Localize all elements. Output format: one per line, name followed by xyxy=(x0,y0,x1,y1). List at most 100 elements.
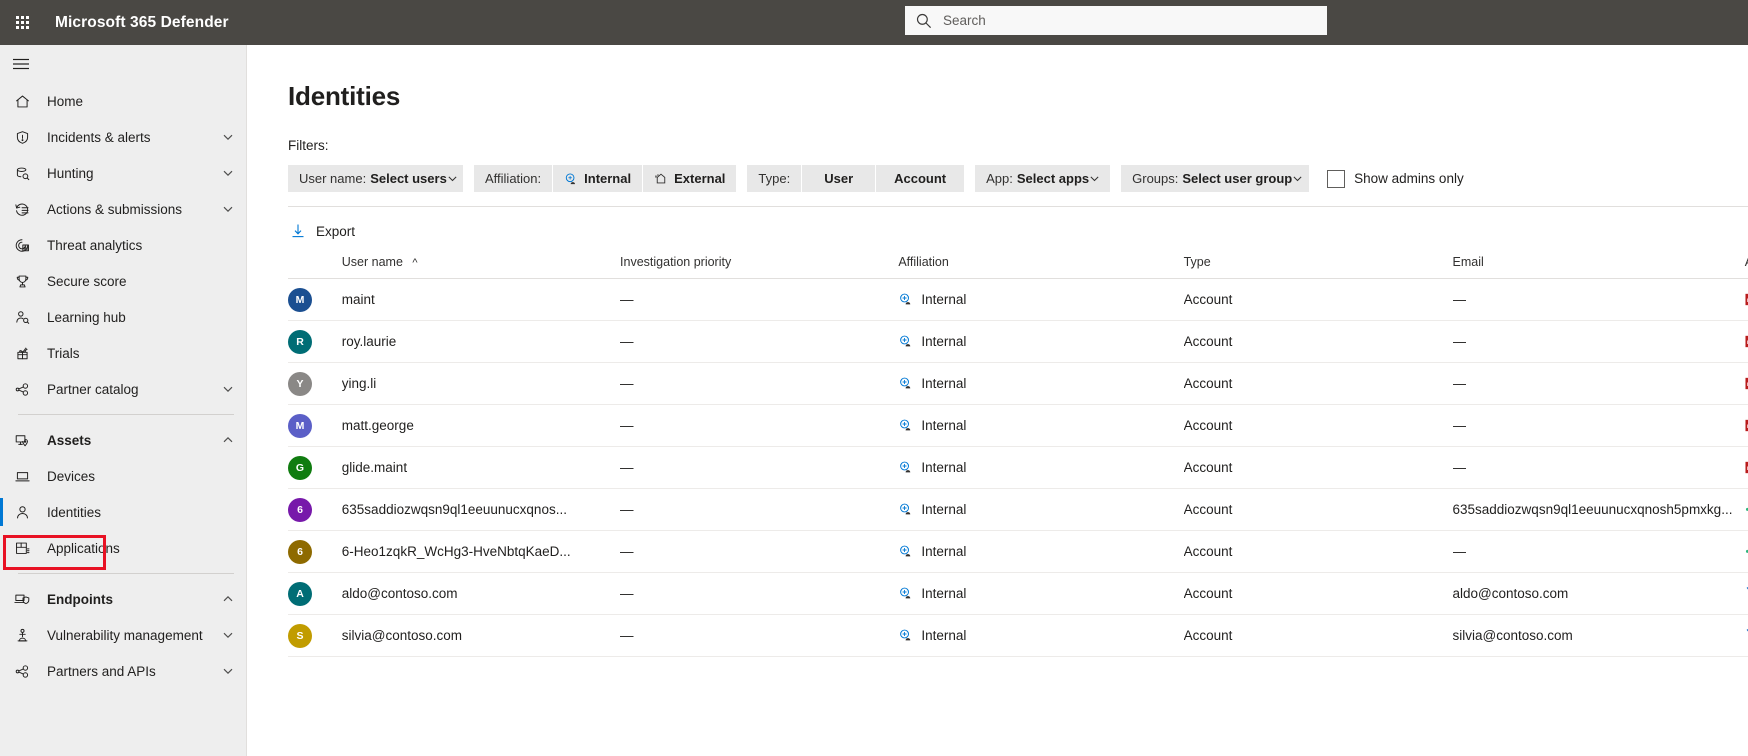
filter-affiliation-internal-button[interactable]: Internal xyxy=(553,165,643,192)
table-row[interactable]: Yying.li—InternalAccount—now xyxy=(288,362,1748,405)
show-admins-only-checkbox[interactable]: Show admins only xyxy=(1327,169,1464,188)
sidebar-item-devices[interactable]: Devices xyxy=(0,458,246,494)
internal-user-icon xyxy=(898,586,913,601)
identities-table-container: User name ^ Investigation priority Affil… xyxy=(288,255,1748,657)
avatar-cell: 6 xyxy=(288,530,342,573)
cell-user-name[interactable]: roy.laurie xyxy=(341,320,621,363)
cell-user-name[interactable]: matt.george xyxy=(341,404,621,447)
cell-user-name[interactable]: aldo@contoso.com xyxy=(341,572,621,615)
table-header-user-name-label: User name xyxy=(341,255,403,269)
export-button[interactable]: Export xyxy=(288,219,357,243)
sidebar-item-learning-hub[interactable]: Learning hub xyxy=(0,299,246,335)
avatar-cell: S xyxy=(288,614,342,657)
filter-app-value: Select apps xyxy=(1016,171,1090,186)
email-text: — xyxy=(1452,334,1467,349)
cell-user-name[interactable]: maint xyxy=(341,278,621,321)
sidebar-item-hunting[interactable]: Hunting xyxy=(0,155,246,191)
chevron-down-icon[interactable] xyxy=(222,167,234,179)
chevron-down-icon[interactable] xyxy=(222,629,234,641)
chevron-down-icon[interactable] xyxy=(222,131,234,143)
chevron-down-icon xyxy=(1089,173,1100,184)
sidebar-item-threat-analytics[interactable]: Threat analytics xyxy=(0,227,246,263)
cell-affiliation: Internal xyxy=(898,404,1184,447)
sidebar-item-trials[interactable]: Trials xyxy=(0,335,246,371)
partner-node-icon xyxy=(12,661,32,681)
table-header-investigation-priority[interactable]: Investigation priority xyxy=(620,255,898,279)
table-body: Mmaint—InternalAccount—nowRroy.laurie—In… xyxy=(288,278,1748,657)
affiliation-text: Internal xyxy=(921,586,967,601)
filter-groups-button[interactable]: Groups: Select user group xyxy=(1121,165,1310,192)
avatar: M xyxy=(288,287,312,312)
cell-user-name[interactable]: 635saddiozwqsn9ql1eeuunucxqnos... xyxy=(341,488,621,531)
export-button-label: Export xyxy=(316,223,356,239)
user-name-text: maint xyxy=(341,292,375,307)
hamburger-menu-icon[interactable] xyxy=(0,45,246,83)
chevron-down-icon[interactable] xyxy=(222,665,234,677)
cell-investigation-priority: — xyxy=(620,530,899,573)
chevron-up-icon[interactable] xyxy=(222,593,234,605)
sidebar-item-partner-catalog[interactable]: Partner catalog xyxy=(0,371,246,407)
table-header-user-name[interactable]: User name ^ xyxy=(342,255,620,279)
sidebar-item-endpoints[interactable]: Endpoints xyxy=(0,581,246,617)
sidebar-item-identities[interactable]: Identities xyxy=(0,494,246,530)
cell-user-name[interactable]: 6-Heo1zqkR_WcHg3-HveNbtqKaeD... xyxy=(341,530,621,573)
cell-affiliation: Internal xyxy=(898,278,1184,321)
table-row[interactable]: Gglide.maint—InternalAccount—now xyxy=(288,446,1748,489)
cell-user-name[interactable]: ying.li xyxy=(341,362,621,405)
table-row[interactable]: Mmaint—InternalAccount—now xyxy=(288,278,1748,321)
table-header-affiliation[interactable]: Affiliation xyxy=(898,255,1183,279)
avatar: Y xyxy=(288,371,312,396)
device-laptop-icon xyxy=(12,466,32,486)
sidebar-item-incidents-alerts[interactable]: Incidents & alerts xyxy=(0,119,246,155)
sidebar-item-home[interactable]: Home xyxy=(0,83,246,119)
checkbox-box[interactable] xyxy=(1327,169,1346,188)
table-row[interactable]: Aaldo@contoso.com — Internal Account aldo@co… xyxy=(288,572,1748,615)
chevron-up-icon[interactable] xyxy=(222,434,234,446)
page-title: Identities xyxy=(288,81,401,111)
filter-type-account-button[interactable]: Account xyxy=(876,165,965,192)
filter-type-user-button[interactable]: User xyxy=(802,165,876,192)
sidebar-item-partners-and-apis[interactable]: Partners and APIs xyxy=(0,653,246,689)
sidebar-item-vulnerability-management[interactable]: Vulnerability management xyxy=(0,617,246,653)
filter-affiliation-external-button[interactable]: aA External xyxy=(643,165,737,192)
person-icon xyxy=(12,502,32,522)
avatar-cell: M xyxy=(288,404,342,447)
table-row[interactable]: 6 635saddiozwqsn9ql1eeuunucxqnos... — Inter… xyxy=(288,488,1748,531)
table-row[interactable]: Rroy.laurie—InternalAccount—now xyxy=(288,320,1748,363)
cell-affiliation: Internal xyxy=(898,362,1184,405)
user-name-text: 635saddiozwqsn9ql1eeuunucxqnos... xyxy=(341,502,567,517)
global-search[interactable] xyxy=(905,6,1327,35)
search-input[interactable] xyxy=(941,6,1317,35)
investigation-priority-text: — xyxy=(620,502,634,517)
filter-group-user-name: User name: Select users xyxy=(288,165,463,192)
table-row[interactable]: Mmatt.george—InternalAccount—now xyxy=(288,404,1748,447)
sidebar-item-actions-submissions[interactable]: Actions & submissions xyxy=(0,191,246,227)
investigation-priority-text: — xyxy=(620,292,634,307)
filter-app-button[interactable]: App: Select apps xyxy=(975,165,1111,192)
email-text: — xyxy=(1452,418,1467,433)
table-header-type[interactable]: Type xyxy=(1184,255,1453,279)
filter-user-name-button[interactable]: User name: Select users xyxy=(288,165,463,192)
sidebar-divider xyxy=(18,573,234,574)
sidebar-item-applications[interactable]: Applications xyxy=(0,530,246,566)
threat-analytics-icon xyxy=(12,235,32,255)
chevron-down-icon[interactable] xyxy=(222,383,234,395)
cell-user-name[interactable]: glide.maint xyxy=(341,446,621,489)
cell-investigation-priority: — xyxy=(620,488,899,531)
app-launcher-icon[interactable] xyxy=(0,0,45,45)
sidebar-item-secure-score[interactable]: Secure score xyxy=(0,263,246,299)
endpoints-icon xyxy=(12,589,32,609)
filter-affiliation-label: Affiliation: xyxy=(474,165,553,192)
table-row[interactable]: 6 6-Heo1zqkR_WcHg3-HveNbtqKaeD... — Interna… xyxy=(288,530,1748,573)
investigation-priority-text: — xyxy=(620,628,634,643)
chevron-down-icon[interactable] xyxy=(222,203,234,215)
email-text: silvia@contoso.com xyxy=(1452,628,1573,643)
table-row[interactable]: Ssilvia@contoso.com — Internal Account silvi… xyxy=(288,614,1748,657)
internal-user-icon xyxy=(898,628,913,643)
sidebar-item-label: Hunting xyxy=(47,165,94,181)
cell-user-name[interactable]: silvia@contoso.com xyxy=(341,614,621,657)
learning-hub-icon xyxy=(12,307,32,327)
table-header-email[interactable]: Email xyxy=(1453,255,1745,279)
sidebar-item-assets[interactable]: Assets xyxy=(0,422,246,458)
top-navigation-bar: Microsoft 365 Defender xyxy=(0,0,1748,45)
